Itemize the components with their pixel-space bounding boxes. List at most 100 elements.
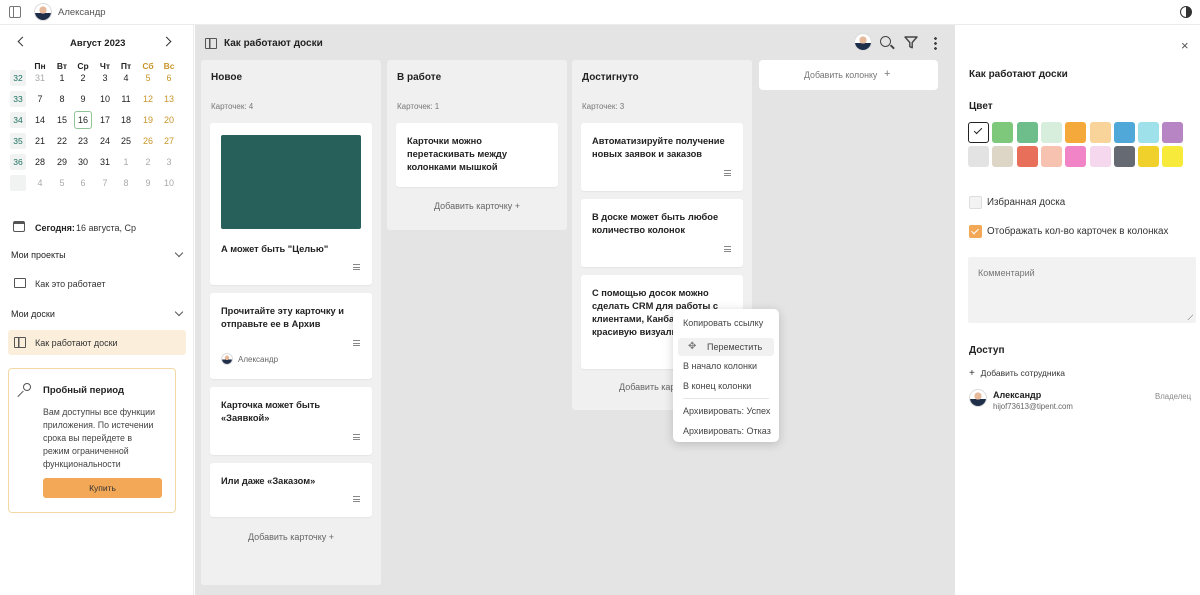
calendar-day[interactable]: 15 [53,111,71,129]
calendar-day[interactable]: 10 [96,90,114,108]
filter-icon[interactable] [904,36,918,49]
calendar-day[interactable]: 29 [53,153,71,171]
calendar-day[interactable]: 7 [31,90,49,108]
buy-button[interactable]: Купить [43,478,162,498]
color-swatch[interactable] [1162,146,1184,167]
menu-item-to-start[interactable]: В начало колонки [683,361,757,371]
menu-item-copy-link[interactable]: Копировать ссылку [683,318,763,328]
calendar-day[interactable]: 24 [96,132,114,150]
calendar-day[interactable]: 5 [139,69,157,87]
menu-item-move[interactable]: ✥ Переместить [678,338,774,356]
calendar-day[interactable]: 20 [160,111,178,129]
chevron-down-icon[interactable] [174,248,184,258]
color-swatch[interactable] [1138,122,1160,143]
add-employee-button[interactable]: + Добавить сотрудника [969,368,1089,382]
calendar-day[interactable]: 10 [160,174,178,192]
calendar-day[interactable]: 8 [53,90,71,108]
show-count-checkbox[interactable] [969,225,982,238]
add-card-button[interactable]: Добавить карточку + [387,201,567,211]
chevron-down-icon[interactable] [174,307,184,317]
my-boards-title[interactable]: Мои доски [11,309,55,319]
calendar-day[interactable]: 27 [160,132,178,150]
calendar-day[interactable]: 16 [74,111,92,129]
week-number[interactable]: 32 [10,70,26,86]
add-column-button[interactable]: Добавить колонку + [759,60,938,90]
kanban-card[interactable]: Карточка может быть «Заявкой» [210,387,372,455]
color-swatch[interactable] [1065,146,1087,167]
kanban-card[interactable]: В доске может быть любое количество колон… [581,199,743,267]
week-number[interactable]: 34 [10,112,26,128]
calendar-day[interactable]: 2 [74,69,92,87]
calendar-day[interactable]: 6 [74,174,92,192]
calendar-day[interactable]: 4 [31,174,49,192]
calendar-day[interactable]: 3 [96,69,114,87]
sidebar-item-board[interactable]: Как работают доски [8,330,186,355]
color-swatch[interactable] [1040,146,1062,167]
color-swatch[interactable] [1089,122,1111,143]
week-number[interactable]: 35 [10,133,26,149]
sidebar-item-project[interactable]: Как это работает [8,273,186,295]
kanban-card[interactable]: Прочитайте эту карточку и отправьте ее в … [210,293,372,379]
calendar-day[interactable]: 31 [31,69,49,87]
color-swatch[interactable] [992,122,1014,143]
calendar-day[interactable]: 11 [117,90,135,108]
calendar-day[interactable]: 9 [74,90,92,108]
color-swatch[interactable] [1113,146,1135,167]
comment-field[interactable]: Комментарий [968,257,1196,323]
kanban-card[interactable]: Или даже «Заказом» [210,463,372,517]
color-swatch[interactable] [992,146,1014,167]
board-member-avatar[interactable] [854,33,872,51]
calendar-day[interactable]: 1 [53,69,71,87]
calendar-day[interactable]: 25 [117,132,135,150]
calendar-day[interactable]: 5 [53,174,71,192]
calendar-day[interactable]: 7 [96,174,114,192]
calendar-day[interactable]: 17 [96,111,114,129]
more-options-icon[interactable] [934,36,937,50]
my-projects-title[interactable]: Мои проекты [11,250,66,260]
color-swatch[interactable] [1065,122,1087,143]
calendar-day[interactable]: 13 [160,90,178,108]
calendar-day[interactable]: 23 [74,132,92,150]
menu-item-archive-fail[interactable]: Архивировать: Отказ [683,426,771,436]
calendar-day[interactable]: 1 [117,153,135,171]
user-avatar[interactable] [34,3,52,21]
color-swatch[interactable] [1113,122,1135,143]
today-label: Сегодня: [35,223,75,233]
calendar-day[interactable]: 4 [117,69,135,87]
kanban-card[interactable]: Автоматизируйте получение новых заявок и … [581,123,743,191]
color-swatch[interactable] [1089,146,1111,167]
week-number[interactable]: 33 [10,91,26,107]
close-icon[interactable]: × [1181,39,1189,52]
calendar-day[interactable]: 22 [53,132,71,150]
calendar-day[interactable]: 6 [160,69,178,87]
calendar-day[interactable]: 26 [139,132,157,150]
calendar-day[interactable]: 14 [31,111,49,129]
collapse-sidebar-icon[interactable] [9,6,21,18]
color-swatch[interactable] [1162,122,1184,143]
add-card-button[interactable]: Добавить карточку + [201,532,381,542]
color-swatch[interactable] [1016,146,1038,167]
calendar-day[interactable]: 30 [74,153,92,171]
color-swatch[interactable] [968,122,989,143]
favorite-checkbox[interactable] [969,196,982,209]
calendar-day[interactable]: 9 [139,174,157,192]
color-swatch[interactable] [1016,122,1038,143]
menu-item-archive-success[interactable]: Архивировать: Успех [683,406,770,416]
calendar-day[interactable]: 12 [139,90,157,108]
menu-item-to-end[interactable]: В конец колонки [683,381,751,391]
calendar-day[interactable]: 2 [139,153,157,171]
calendar-day[interactable]: 19 [139,111,157,129]
calendar-day[interactable]: 31 [96,153,114,171]
week-number[interactable]: 36 [10,154,26,170]
calendar-day[interactable]: 8 [117,174,135,192]
calendar-day[interactable]: 28 [31,153,49,171]
calendar-day[interactable]: 18 [117,111,135,129]
color-swatch[interactable] [1138,146,1160,167]
color-swatch[interactable] [1040,122,1062,143]
kanban-card[interactable]: Карточки можно перетаскивать между колонка… [396,123,558,187]
calendar-day[interactable]: 21 [31,132,49,150]
kanban-card[interactable]: А может быть "Целью" [210,123,372,285]
calendar-day[interactable]: 3 [160,153,178,171]
theme-toggle-icon[interactable] [1180,6,1192,18]
color-swatch[interactable] [968,146,989,167]
